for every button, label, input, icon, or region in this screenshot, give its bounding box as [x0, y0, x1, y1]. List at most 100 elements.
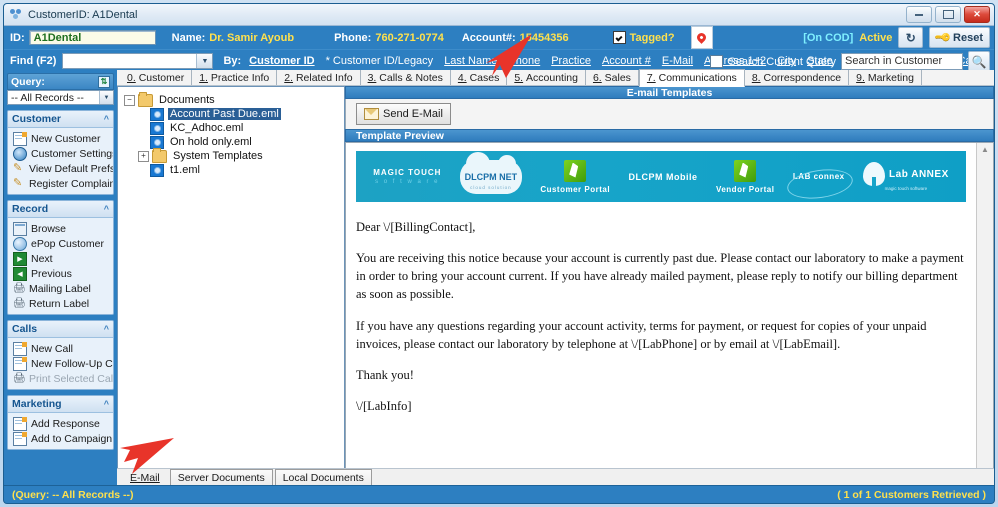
tab-cases[interactable]: 4. Cases: [451, 70, 508, 85]
tab-communications[interactable]: 7. Communications: [638, 68, 745, 87]
email-banner: MAGIC TOUCH s o f t w a r e DLCPM NET cl…: [356, 151, 966, 203]
tree-node-item[interactable]: On hold only.eml: [138, 135, 344, 149]
bottom-tab-local-documents[interactable]: Local Documents: [274, 469, 372, 485]
tab-marketing[interactable]: 9. Marketing: [849, 70, 922, 85]
sidebar-item-label: New Call: [31, 342, 74, 355]
customer-id-field[interactable]: A1Dental: [28, 30, 156, 45]
sidebar-item-previous[interactable]: ◀ Previous: [8, 266, 113, 281]
tree-node-label: System Templates: [173, 150, 263, 162]
preview-scrollbar[interactable]: ▲ ▼: [976, 143, 993, 484]
sidebar-item-browse[interactable]: Browse: [8, 221, 113, 236]
by-option-customer-id[interactable]: Customer ID: [249, 55, 314, 67]
screen-root: CustomerID: A1Dental ✕ ID: A1Dental Name…: [0, 0, 998, 507]
new-document-icon: [13, 131, 27, 146]
chevron-down-icon[interactable]: ▼: [196, 54, 213, 68]
sidebar-item-return-label[interactable]: 🖨 Return Label: [8, 296, 113, 311]
tab-sales[interactable]: 6. Sales: [586, 70, 639, 85]
chevron-down-icon[interactable]: ▼: [99, 91, 113, 104]
bottom-tab-server-documents[interactable]: Server Documents: [169, 469, 273, 485]
chevron-up-icon[interactable]: ^: [104, 324, 109, 334]
sidebar-panel-record: Record ^ Browse ePop Customer ▶ Next ◀ P…: [7, 200, 114, 315]
template-preview-title: Template Preview: [345, 129, 994, 142]
sidebar-item-new-customer[interactable]: New Customer: [8, 131, 113, 146]
tagged-checkbox[interactable]: [612, 31, 626, 44]
by-option-last-name[interactable]: Last Name: [444, 55, 497, 67]
maximize-button[interactable]: [935, 6, 961, 23]
tab-label: Communications: [658, 71, 737, 84]
tagged-checkbox-group[interactable]: Tagged?: [612, 31, 675, 44]
sidebar-item-new-followup-call[interactable]: New Follow-Up Call: [8, 356, 113, 371]
tab-accel: 7.: [646, 71, 656, 84]
search-icon[interactable]: 🔍: [968, 51, 990, 72]
sidebar-item-mailing-label[interactable]: 🖨 Mailing Label: [8, 281, 113, 296]
tab-label: Customer: [138, 71, 185, 84]
search-input[interactable]: Search in Customer: [841, 53, 963, 70]
printer-icon: 🖨: [13, 372, 26, 384]
tab-calls-notes[interactable]: 3. Calls & Notes: [361, 70, 451, 85]
map-pin-button[interactable]: [690, 26, 713, 49]
by-option-practice[interactable]: Practice: [551, 55, 591, 67]
sidebar-item-new-call[interactable]: New Call: [8, 341, 113, 356]
sidebar-item-register-complaint[interactable]: ✎ Register Complaint: [8, 176, 113, 191]
query-select[interactable]: -- All Records -- ▼: [7, 90, 114, 105]
tree-node-item[interactable]: t1.eml: [138, 163, 344, 177]
sidebar-item-epop-customer[interactable]: ePop Customer: [8, 236, 113, 251]
tab-accounting[interactable]: 5. Accounting: [507, 70, 586, 85]
email-closing: Thank you!: [356, 367, 414, 382]
minimize-button[interactable]: [906, 6, 932, 23]
sidebar-panel-marketing-header[interactable]: Marketing ^: [8, 396, 113, 413]
search-current-query-checkbox[interactable]: [710, 55, 724, 68]
sidebar-item-add-to-campaign[interactable]: Add to Campaign: [8, 431, 113, 446]
chevron-up-icon[interactable]: ^: [104, 399, 109, 409]
sidebar-panel-record-header[interactable]: Record ^: [8, 201, 113, 218]
collapse-toggle-icon[interactable]: −: [124, 94, 135, 106]
tab-correspondence[interactable]: 8. Correspondence: [745, 70, 850, 85]
scroll-up-icon[interactable]: ▲: [981, 145, 989, 154]
template-preview-pane: MAGIC TOUCH s o f t w a r e DLCPM NET cl…: [345, 142, 994, 485]
tree-node-item[interactable]: Account Past Due.eml: [138, 107, 344, 121]
query-title: Query:: [11, 75, 45, 88]
account-label: Account#:: [461, 31, 516, 44]
logo-lab-annex-label: Lab ANNEX: [889, 168, 949, 180]
email-icon: [150, 163, 164, 177]
sidebar-item-add-response[interactable]: Add Response: [8, 416, 113, 431]
tab-practice-info[interactable]: 1. Practice Info: [192, 70, 278, 85]
tree-node-system-templates[interactable]: + System Templates: [138, 147, 344, 163]
tab-customer[interactable]: 0. Customer: [120, 70, 193, 85]
email-body: MAGIC TOUCH s o f t w a r e DLCPM NET cl…: [346, 143, 976, 484]
find-input-combo[interactable]: ▼: [62, 53, 214, 69]
pen-icon: ✎: [13, 161, 23, 174]
expand-toggle-icon[interactable]: +: [138, 150, 149, 162]
tab-accel: 4.: [457, 71, 467, 84]
by-option-customer-id-legacy[interactable]: * Customer ID/Legacy: [326, 55, 434, 67]
close-button[interactable]: ✕: [964, 6, 990, 23]
sidebar-item-label: Add Response: [31, 417, 100, 430]
chevron-up-icon[interactable]: ^: [104, 204, 109, 214]
by-option-phone[interactable]: Phone: [508, 55, 540, 67]
by-option-account-number[interactable]: Account #: [602, 55, 651, 67]
by-option-email[interactable]: E-Mail: [662, 55, 693, 67]
send-email-button[interactable]: Send E-Mail: [356, 103, 451, 125]
reset-button[interactable]: 🔑 Reset: [929, 27, 990, 48]
reset-label: Reset: [953, 31, 983, 44]
sidebar-item-customer-settings[interactable]: Customer Settings: [8, 146, 113, 161]
tab-related-info[interactable]: 2. Related Info: [277, 70, 361, 85]
window-title: CustomerID: A1Dental: [28, 8, 138, 21]
bottom-tab-email[interactable]: E-Mail: [122, 469, 168, 485]
tab-label: Calls & Notes: [379, 71, 443, 84]
tab-accel: 6.: [592, 71, 602, 84]
refresh-button[interactable]: ↻: [898, 27, 924, 48]
chevron-up-icon[interactable]: ^: [104, 114, 109, 124]
email-icon: [150, 135, 164, 149]
logo-magic-touch-label: MAGIC TOUCH: [373, 168, 442, 177]
sidebar-item-next[interactable]: ▶ Next: [8, 251, 113, 266]
sidebar-panel-calls-header[interactable]: Calls ^: [8, 321, 113, 338]
sidebar-panel-customer-header[interactable]: Customer ^: [8, 111, 113, 128]
tree-node-item[interactable]: KC_Adhoc.eml: [138, 121, 344, 135]
tree-node-documents[interactable]: − Documents: [124, 91, 344, 107]
sidebar-item-view-default-prefs[interactable]: ✎ View Default Prefs: [8, 161, 113, 176]
refresh-icon[interactable]: ⇅: [98, 75, 110, 88]
find-input[interactable]: [63, 54, 196, 68]
